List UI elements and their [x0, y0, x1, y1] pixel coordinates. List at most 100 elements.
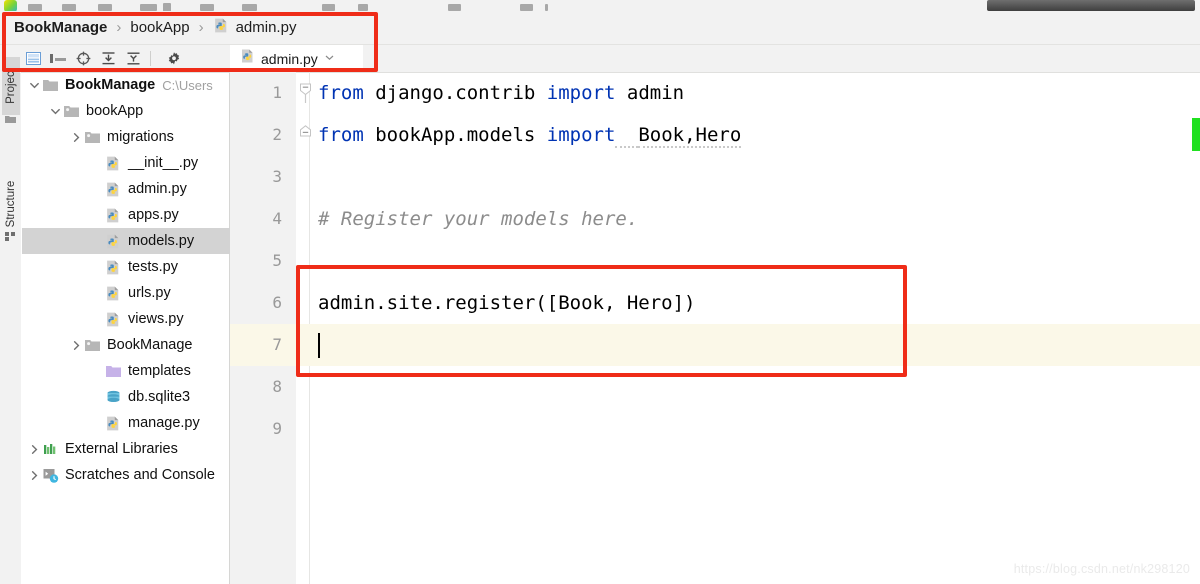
tree-item-label: bookApp — [86, 103, 144, 119]
tree-item-apps-py[interactable]: apps.py — [22, 202, 230, 228]
watermark: https://blog.csdn.net/nk298120 — [1013, 562, 1190, 576]
editor-tab-bar[interactable]: admin.py — [230, 45, 1200, 73]
breadcrumb-separator: › — [198, 19, 204, 36]
code-line[interactable]: from django.contrib import admin — [318, 72, 684, 114]
python-file-icon — [105, 207, 122, 224]
code-line[interactable]: # Register your models here. — [318, 198, 638, 240]
line-number: 8 — [272, 377, 282, 396]
line-number: 4 — [272, 209, 282, 228]
tree-item-label: urls.py — [128, 285, 171, 301]
tree-item-templates[interactable]: templates — [22, 358, 230, 384]
tree-item-bookapp[interactable]: bookApp — [22, 98, 230, 124]
tree-item-label: db.sqlite3 — [128, 389, 191, 405]
folder-module-icon — [42, 77, 59, 94]
tree-item-models-py[interactable]: models.py — [22, 228, 230, 254]
tree-item--init-py[interactable]: __init__.py — [22, 150, 230, 176]
breadcrumb[interactable]: BookManage › bookApp › admin.py — [0, 11, 1200, 45]
chevron-right-icon[interactable] — [28, 443, 41, 456]
folder-icon — [5, 111, 16, 123]
chevron-right-icon[interactable] — [70, 339, 83, 352]
chevron-down-icon[interactable] — [28, 79, 41, 92]
line-number: 3 — [272, 167, 282, 186]
python-file-icon — [105, 415, 122, 432]
tree-item-urls-py[interactable]: urls.py — [22, 280, 230, 306]
chevron-down-icon[interactable] — [49, 105, 62, 118]
tree-item-tests-py[interactable]: tests.py — [22, 254, 230, 280]
tree-item-views-py[interactable]: views.py — [22, 306, 230, 332]
tree-item-label: migrations — [107, 129, 174, 145]
folder-source-icon — [84, 129, 101, 146]
tree-item-path: C:\Users — [162, 77, 213, 93]
toolbar-divider — [150, 51, 151, 66]
python-file-icon — [105, 181, 122, 198]
tree-item-label: models.py — [128, 233, 195, 249]
window-controls[interactable] — [987, 0, 1195, 11]
tree-item-admin-py[interactable]: admin.py — [22, 176, 230, 202]
python-file-icon — [105, 155, 122, 172]
project-view-icon[interactable] — [21, 45, 46, 72]
editor-tab-admin-py[interactable]: admin.py — [230, 45, 363, 72]
folder-templates-icon — [105, 363, 122, 380]
tree-item-migrations[interactable]: migrations — [22, 124, 230, 150]
tree-item-label: External Libraries — [65, 441, 178, 457]
chevron-down-icon[interactable] — [324, 50, 335, 68]
tree-item-label: views.py — [128, 311, 184, 327]
tree-item-db-sqlite3[interactable]: db.sqlite3 — [22, 384, 230, 410]
tree-item-bookmanage[interactable]: BookManage C:\Users — [22, 72, 230, 98]
breadcrumb-item-app[interactable]: bookApp — [130, 19, 189, 36]
code-fold-marker[interactable] — [299, 83, 312, 108]
collapse-all-icon[interactable] — [121, 45, 146, 72]
line-number: 2 — [272, 125, 282, 144]
python-file-icon — [105, 285, 122, 302]
code-line[interactable]: from bookApp.models import Book,Hero — [318, 114, 742, 156]
structure-icon — [5, 228, 16, 241]
folder-source-icon — [84, 337, 101, 354]
tree-item-label: manage.py — [128, 415, 200, 431]
code-fold-marker[interactable] — [299, 125, 312, 148]
chevron-right-icon[interactable] — [70, 131, 83, 144]
tree-item-bookmanage[interactable]: BookManage — [22, 332, 230, 358]
settings-gear-icon[interactable] — [161, 45, 186, 72]
tree-item-external-libraries[interactable]: External Libraries — [22, 436, 230, 462]
chevron-right-icon[interactable] — [28, 469, 41, 482]
project-tree[interactable]: BookManage C:\Users bookApp migrations __ini… — [22, 72, 230, 584]
inspection-status-indicator[interactable] — [1192, 118, 1200, 151]
tree-item-label: __init__.py — [128, 155, 199, 171]
code-content[interactable]: from django.contrib import admin from boo… — [318, 72, 1198, 584]
tree-item-scratches-and-console[interactable]: Scratches and Console — [22, 462, 230, 488]
breadcrumb-separator: › — [116, 19, 122, 36]
tree-item-manage-py[interactable]: manage.py — [22, 410, 230, 436]
locate-file-icon[interactable] — [71, 45, 96, 72]
scratches-icon — [42, 467, 59, 484]
code-line[interactable]: admin.site.register([Book, Hero]) — [318, 282, 696, 324]
breadcrumb-item-file[interactable]: admin.py — [236, 19, 297, 36]
tree-item-label: templates — [128, 363, 191, 379]
tool-tab-structure[interactable]: Structure — [2, 175, 20, 233]
tool-tab-project[interactable]: Project — [2, 57, 20, 115]
project-label-icon — [46, 45, 71, 72]
breadcrumb-item-project[interactable]: BookManage — [14, 19, 107, 36]
expand-all-icon[interactable] — [96, 45, 121, 72]
editor-tab-label: admin.py — [261, 50, 318, 67]
folder-source-icon — [63, 103, 80, 120]
project-toolbar[interactable] — [21, 45, 230, 73]
tool-window-strip: Project Structure — [0, 45, 22, 584]
libraries-icon — [42, 441, 59, 458]
tree-item-label: apps.py — [128, 207, 179, 223]
pycharm-window: BookManage › bookApp › admin.py Project … — [0, 0, 1200, 584]
tree-item-label: tests.py — [128, 259, 178, 275]
line-number: 1 — [272, 83, 282, 102]
database-icon — [105, 389, 122, 406]
python-file-icon — [105, 233, 122, 250]
python-file-icon — [105, 259, 122, 276]
